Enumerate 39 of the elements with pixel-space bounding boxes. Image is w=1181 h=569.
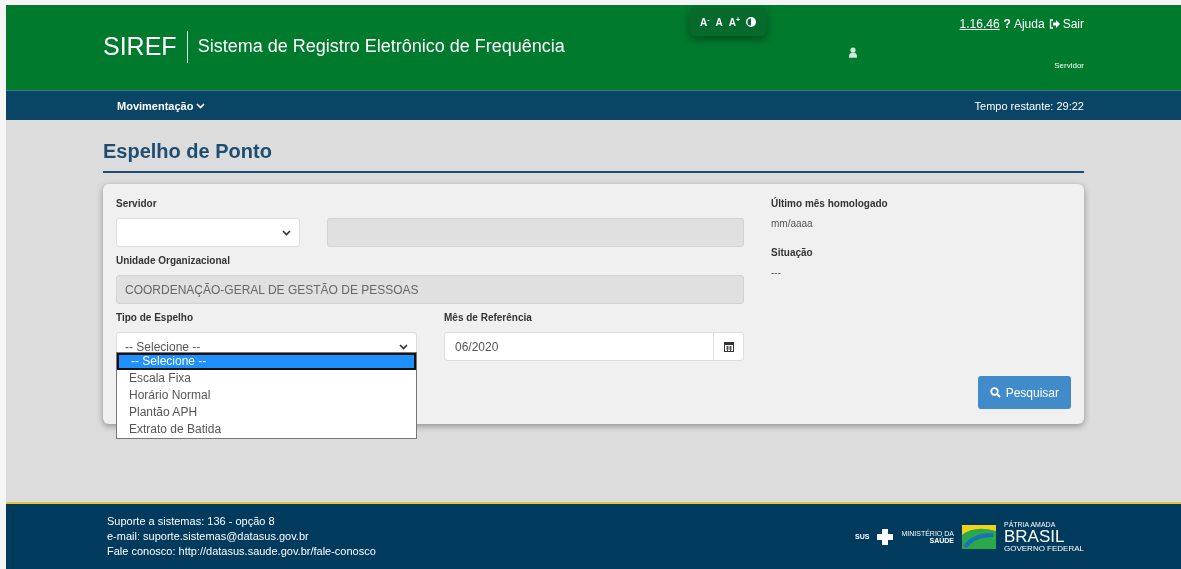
app-logo: SIREF (103, 32, 177, 61)
field-label: Último mês homologado (771, 198, 889, 211)
field-value: --- (771, 267, 782, 278)
brand-logo-text: BRASIL (1004, 527, 1065, 545)
font-size-button[interactable]: A$^{+}$ (728, 15, 741, 29)
field-label: Servidor (116, 198, 158, 211)
user-icon (848, 47, 858, 58)
contrast-icon[interactable] (746, 17, 757, 27)
cross-icon (877, 528, 894, 545)
page-title: Espelho de Ponto (103, 140, 1084, 173)
brand-subtitle: GOVERNO FEDERAL (1004, 544, 1084, 553)
chevron-down-icon (282, 229, 291, 236)
font-size-button[interactable]: A (715, 16, 723, 28)
user-role: Servidor (1054, 61, 1084, 70)
search-icon (989, 387, 1001, 398)
select-field[interactable] (116, 218, 300, 247)
footer-text: e-mail: suporte.sistemas@datasus.gov.br (107, 529, 310, 544)
footer-text: Fale conosco: http://datasus.saude.gov.br/fale-conosco (107, 544, 376, 559)
field-label: Unidade Organizacional (116, 255, 231, 268)
search-button[interactable]: Pesquisar (977, 376, 1071, 409)
chevron-down-icon (399, 343, 408, 350)
field-label: Tipo de Espelho (116, 312, 195, 325)
flag-logo-icon (962, 524, 996, 549)
field-label: Situação (771, 247, 814, 260)
calendar-icon[interactable] (723, 341, 734, 352)
field-label: Mês de Referência (444, 312, 533, 325)
session-timer: Tempo restante: 29:22 (974, 99, 1084, 112)
chevron-down-icon (196, 102, 206, 109)
exit-link[interactable]: Sair (1048, 17, 1084, 31)
date-field[interactable]: 06/2020 (444, 332, 744, 361)
menu-item[interactable]: Movimentação (117, 99, 206, 112)
field-value: mm/aaaa (771, 218, 814, 229)
help-link[interactable]: ? Ajuda (1003, 17, 1045, 31)
font-size-button[interactable]: A$^{-}$ (700, 15, 710, 29)
footer-text: Suporte a sistemas: 136 - opção 8 (107, 514, 276, 529)
version-link[interactable]: 1.16.46 (959, 17, 1000, 31)
exit-icon (1048, 19, 1060, 29)
app-title: Sistema de Registro Eletrônico de Frequência (197, 36, 565, 57)
input-field: COORDENAÇÃO-GERAL DE GESTÃO DE PESSOAS (116, 275, 744, 304)
